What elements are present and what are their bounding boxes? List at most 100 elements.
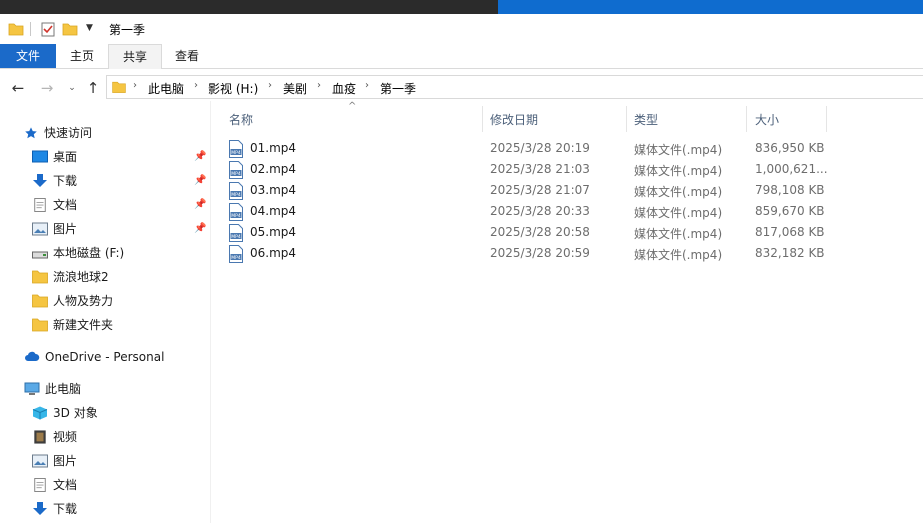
file-row[interactable]: MP4 01.mp4 2025/3/28 20:19 媒体文件(.mp4) 83… — [226, 139, 826, 160]
breadcrumb-chevron-icon[interactable]: › — [268, 80, 272, 91]
star-icon — [25, 127, 37, 139]
mp4-file-icon: MP4 — [229, 203, 243, 221]
address-bar[interactable]: › 此电脑 › 影视 (H:) › 美剧 › 血疫 › 第一季 — [106, 75, 923, 99]
folder-icon — [32, 294, 48, 308]
background-window-strip — [0, 0, 923, 14]
sidebar-item-label: 流浪地球2 — [53, 270, 109, 284]
tab-file[interactable]: 文件 — [0, 44, 56, 68]
file-name: 04.mp4 — [250, 204, 297, 218]
navigation-pane: 快速访问 桌面 📌 下载 📌 文档 📌 图片 📌 本地磁盘 (F:) 流浪地球2… — [0, 116, 210, 523]
file-type: 媒体文件(.mp4) — [634, 227, 723, 241]
file-size: 859,670 KB — [755, 204, 825, 218]
file-size: 836,950 KB — [755, 141, 825, 155]
file-name: 06.mp4 — [250, 246, 297, 260]
up-arrow-icon[interactable]: ↑ — [83, 78, 103, 98]
file-size: 817,068 KB — [755, 225, 825, 239]
breadcrumb-hot-zone[interactable]: 血疫 — [332, 80, 356, 97]
tab-home[interactable]: 主页 — [56, 44, 108, 68]
forward-arrow-icon[interactable]: → — [37, 78, 57, 98]
document-icon — [34, 198, 46, 212]
sidebar-item-label: 快速访问 — [44, 126, 93, 140]
column-separator[interactable] — [746, 106, 747, 132]
sidebar-item-label: 图片 — [53, 454, 78, 468]
file-size: 832,182 KB — [755, 246, 825, 260]
folder-icon — [32, 270, 48, 284]
mp4-file-icon: MP4 — [229, 161, 243, 179]
file-date: 2025/3/28 20:58 — [490, 225, 590, 239]
sidebar-item-documents[interactable]: 文档 📌 — [32, 194, 210, 216]
breadcrumb-season-one[interactable]: 第一季 — [380, 80, 416, 97]
sidebar-item-label: 新建文件夹 — [53, 318, 114, 332]
file-type: 媒体文件(.mp4) — [634, 143, 723, 157]
file-row[interactable]: MP4 05.mp4 2025/3/28 20:58 媒体文件(.mp4) 81… — [226, 223, 826, 244]
file-type: 媒体文件(.mp4) — [634, 185, 723, 199]
sidebar-item-pictures[interactable]: 图片 📌 — [32, 218, 210, 240]
ribbon-tabs: 文件 主页 共享 查看 — [0, 44, 923, 69]
sidebar-item-label: 此电脑 — [45, 382, 82, 396]
pane-divider[interactable] — [210, 101, 211, 523]
file-size: 798,108 KB — [755, 183, 825, 197]
cloud-icon — [25, 351, 40, 361]
svg-text:MP4: MP4 — [231, 192, 241, 198]
file-row[interactable]: MP4 04.mp4 2025/3/28 20:33 媒体文件(.mp4) 85… — [226, 202, 826, 223]
quick-access-dropdown-icon[interactable]: ▼ — [86, 23, 93, 33]
navigation-bar: ← → ⌄ ↑ › 此电脑 › 影视 (H:) › 美剧 › 血疫 › 第一季 — [0, 75, 923, 101]
tab-view[interactable]: 查看 — [161, 44, 213, 68]
pictures-icon — [32, 222, 48, 236]
file-row[interactable]: MP4 06.mp4 2025/3/28 20:59 媒体文件(.mp4) 83… — [226, 244, 826, 265]
file-name: 01.mp4 — [250, 141, 297, 155]
breadcrumb-drive[interactable]: 影视 (H:) — [208, 80, 258, 97]
column-header-date[interactable]: 修改日期 — [490, 108, 538, 132]
back-arrow-icon[interactable]: ← — [8, 78, 28, 98]
tab-share[interactable]: 共享 — [108, 44, 162, 69]
column-separator[interactable] — [482, 106, 483, 132]
file-row[interactable]: MP4 02.mp4 2025/3/28 21:03 媒体文件(.mp4) 1,… — [226, 160, 828, 181]
sidebar-item-label: 下载 — [53, 502, 78, 516]
breadcrumb-us-drama[interactable]: 美剧 — [283, 80, 307, 97]
folder-icon — [32, 318, 48, 332]
file-date: 2025/3/28 21:07 — [490, 183, 590, 197]
desktop-icon — [32, 150, 48, 163]
svg-text:MP4: MP4 — [231, 234, 241, 240]
file-row[interactable]: MP4 03.mp4 2025/3/28 21:07 媒体文件(.mp4) 79… — [226, 181, 826, 202]
column-header-type[interactable]: 类型 — [634, 108, 658, 132]
sidebar-item-desktop[interactable]: 桌面 📌 — [32, 146, 210, 168]
breadcrumb-this-pc[interactable]: 此电脑 — [148, 80, 184, 97]
file-type: 媒体文件(.mp4) — [634, 206, 723, 220]
file-name: 05.mp4 — [250, 225, 297, 239]
desktop-background — [498, 0, 923, 14]
file-date: 2025/3/28 21:03 — [490, 162, 590, 176]
sidebar-item-label: 桌面 — [53, 150, 78, 164]
folder-icon — [112, 81, 126, 93]
column-separator[interactable] — [826, 106, 827, 132]
column-separator[interactable] — [626, 106, 627, 132]
file-name: 02.mp4 — [250, 162, 297, 176]
breadcrumb-chevron-icon[interactable]: › — [317, 80, 321, 91]
sidebar-item-label: 人物及势力 — [53, 294, 114, 308]
breadcrumb-chevron-icon[interactable]: › — [194, 80, 198, 91]
properties-icon[interactable] — [38, 19, 58, 39]
window-title: 第一季 — [109, 23, 146, 37]
sidebar-item-label: OneDrive - Personal — [45, 350, 165, 364]
document-icon — [34, 478, 46, 492]
column-header-name[interactable]: 名称 — [229, 108, 253, 132]
new-folder-icon[interactable] — [60, 19, 80, 39]
column-header-size[interactable]: 大小 — [755, 108, 779, 132]
download-icon — [33, 502, 47, 515]
pictures-icon — [32, 454, 48, 468]
breadcrumb-chevron-icon[interactable]: › — [133, 80, 137, 91]
mp4-file-icon: MP4 — [229, 182, 243, 200]
sidebar-item-downloads[interactable]: 下载 📌 — [32, 170, 210, 192]
recent-locations-chevron-icon[interactable]: ⌄ — [62, 78, 82, 98]
svg-text:MP4: MP4 — [231, 255, 241, 261]
computer-icon — [24, 382, 40, 395]
file-date: 2025/3/28 20:59 — [490, 246, 590, 260]
sidebar-item-label: 3D 对象 — [53, 406, 98, 420]
file-date: 2025/3/28 20:33 — [490, 204, 590, 218]
breadcrumb-chevron-icon[interactable]: › — [365, 80, 369, 91]
svg-text:MP4: MP4 — [231, 213, 241, 219]
drive-icon — [32, 251, 48, 259]
pin-icon: 📌 — [194, 175, 207, 186]
sidebar-item-label: 文档 — [53, 478, 78, 492]
file-size: 1,000,621... — [755, 162, 828, 176]
